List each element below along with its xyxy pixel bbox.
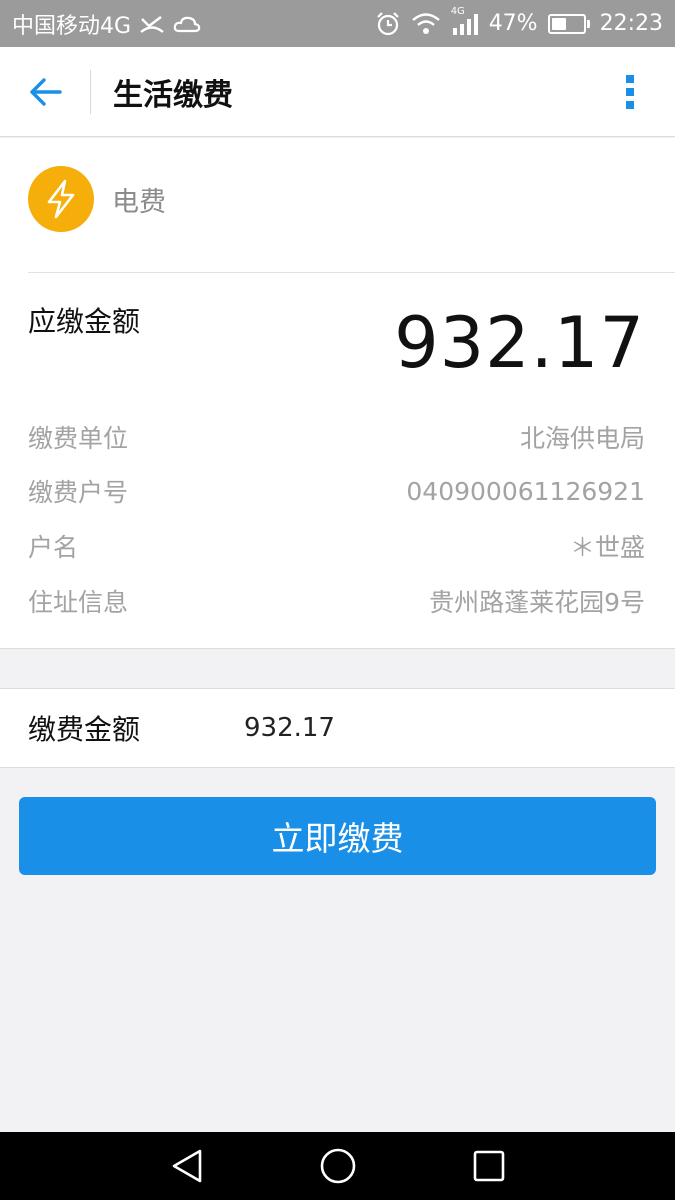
more-vertical-icon — [626, 74, 634, 109]
info-value: ＊世盛 — [569, 533, 645, 562]
page-title: 生活缴费 — [113, 77, 233, 113]
info-label: 缴费单位 — [28, 424, 129, 453]
weather-cloud-icon — [173, 13, 201, 35]
payment-amount-label: 缴费金额 — [28, 713, 141, 746]
back-button[interactable] — [0, 47, 90, 137]
info-value: 北海供电局 — [519, 424, 645, 453]
info-row-account: 缴费户号 040900061126921 — [28, 471, 645, 511]
battery-icon — [547, 13, 590, 34]
wifi-icon — [411, 12, 441, 36]
info-label: 户名 — [28, 533, 79, 562]
arrow-left-icon — [30, 77, 62, 106]
circle-home-icon — [320, 1148, 355, 1184]
app-bar: 生活缴费 — [0, 47, 675, 137]
info-row-address: 住址信息 贵州路蓬莱花园9号 — [28, 581, 645, 621]
nav-recents-button[interactable] — [466, 1143, 512, 1189]
lightning-icon — [28, 166, 94, 232]
network-type-label: 4G — [450, 5, 465, 17]
triangle-back-icon — [172, 1149, 201, 1183]
nav-home-button[interactable] — [315, 1143, 361, 1189]
battery-percent: 47% — [488, 11, 538, 36]
pay-now-button[interactable]: 立即缴费 — [19, 797, 656, 875]
info-row-unit: 缴费单位 北海供电局 — [28, 417, 645, 457]
more-options-button[interactable] — [585, 47, 675, 137]
alarm-icon — [375, 11, 401, 37]
payment-amount-input[interactable] — [244, 713, 624, 743]
square-recents-icon — [473, 1150, 504, 1182]
divider — [28, 272, 675, 273]
bill-card: 电费 应缴金额 932.17 缴费单位 北海供电局 缴费户号 040900061… — [0, 138, 675, 649]
payment-amount-row: 缴费金额 — [0, 688, 675, 768]
info-label: 缴费户号 — [28, 478, 129, 507]
info-row-name: 户名 ＊世盛 — [28, 526, 645, 566]
carrier-name: 中国移动4G — [12, 13, 132, 39]
biller-type: 电费 — [112, 186, 166, 218]
amount-due-label: 应缴金额 — [28, 305, 141, 338]
cellular-signal-icon: 4G — [451, 6, 479, 36]
info-label: 住址信息 — [28, 588, 129, 617]
info-value: 贵州路蓬莱花园9号 — [429, 588, 645, 617]
nav-back-button[interactable] — [164, 1143, 210, 1189]
app-bar-divider — [90, 69, 91, 114]
missed-call-icon — [139, 13, 165, 35]
system-nav-bar — [0, 1132, 675, 1200]
clock: 22:23 — [599, 11, 663, 36]
status-bar: 中国移动4G 4G 47% 22:23 — [0, 0, 675, 47]
info-value: 040900061126921 — [406, 476, 645, 506]
biller-header: 电费 — [28, 166, 166, 232]
amount-due-value: 932.17 — [394, 302, 645, 384]
